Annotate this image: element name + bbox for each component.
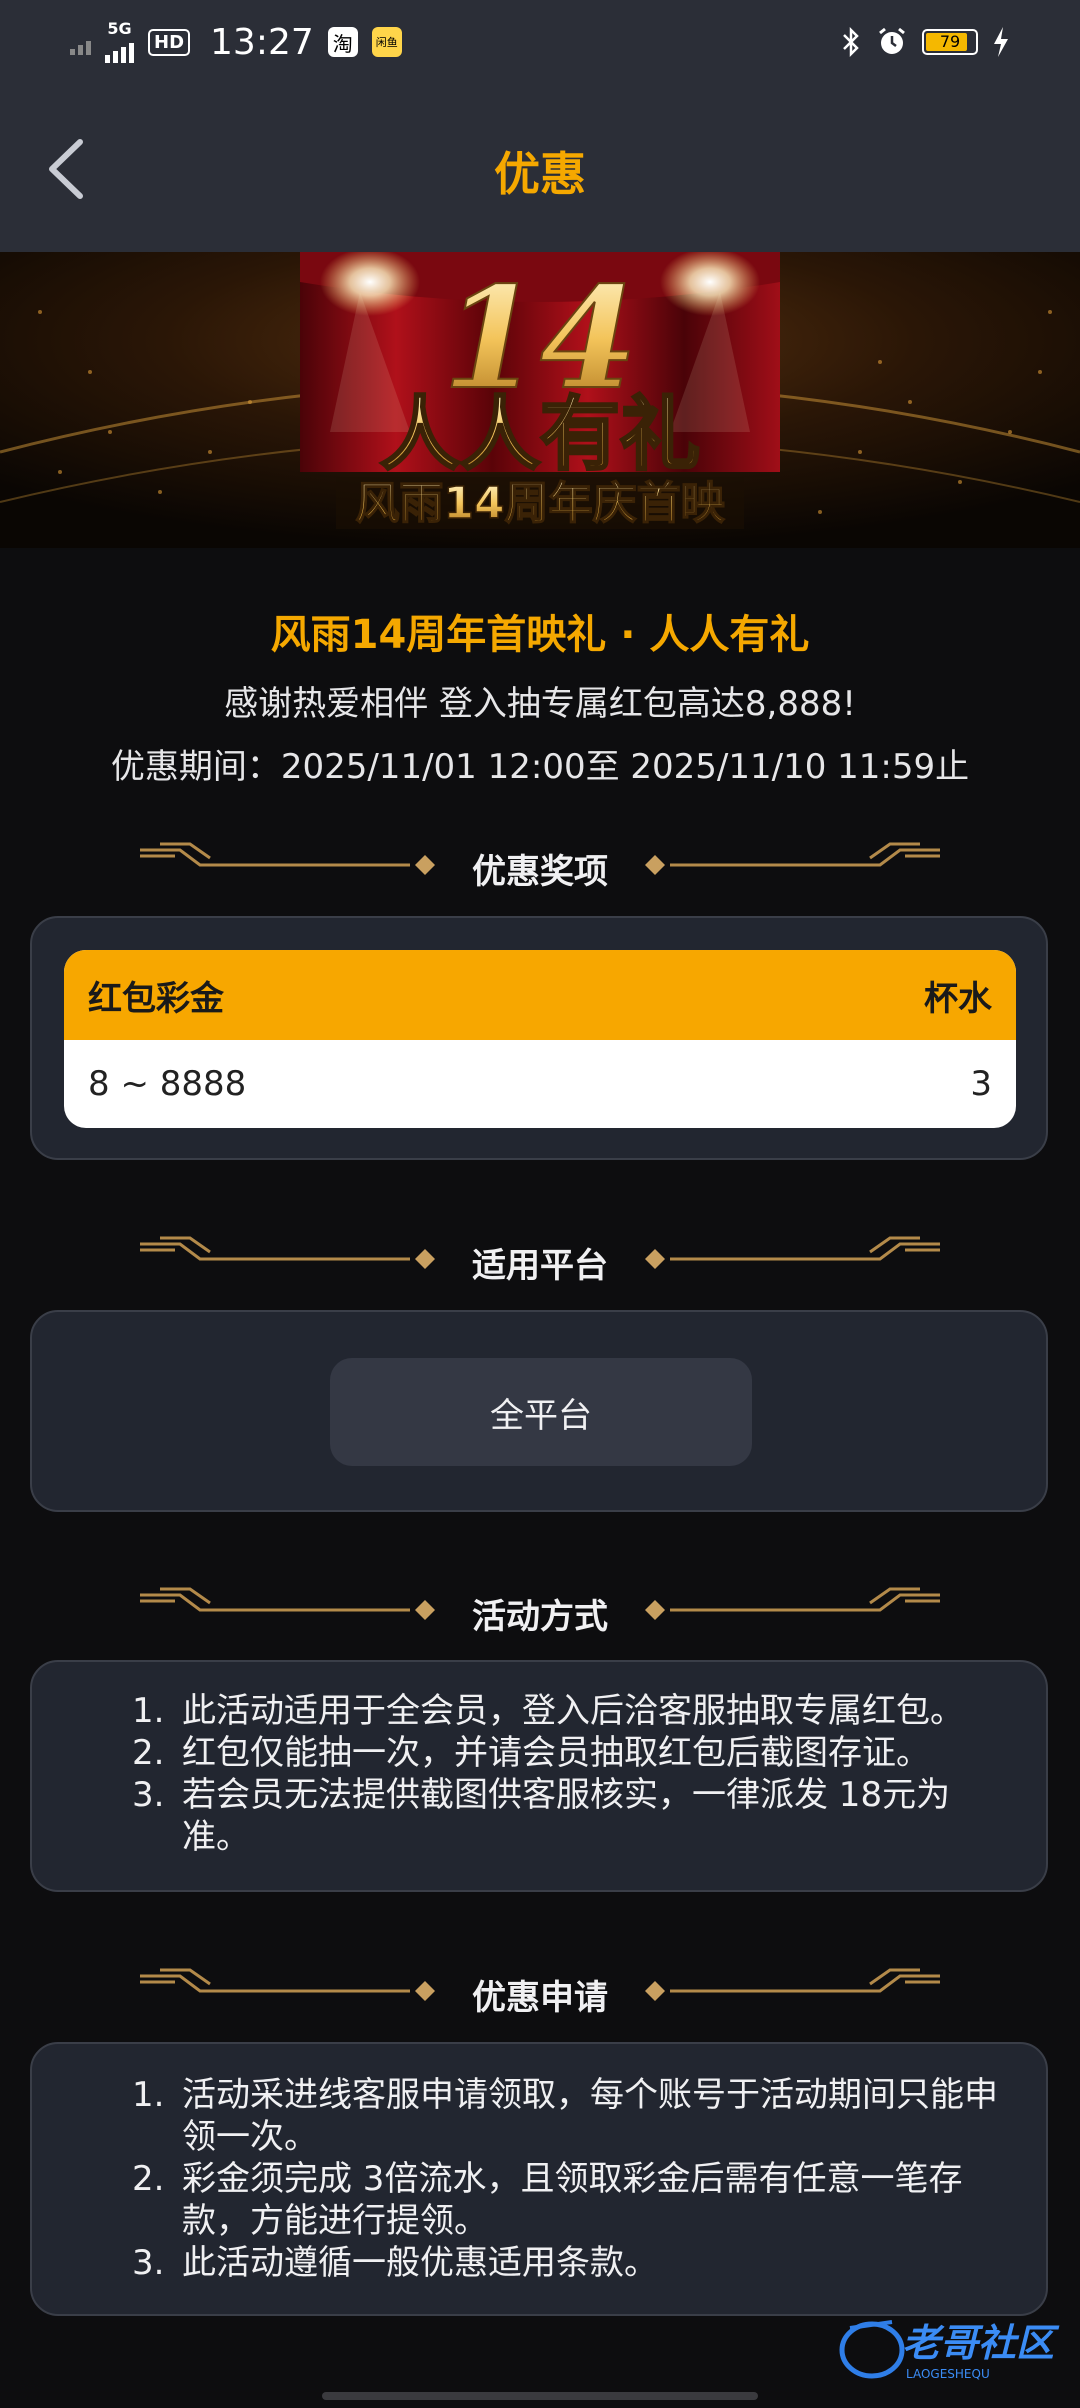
prizes-card: 红包彩金 杯水 8 ~ 8888 3 (30, 916, 1048, 1160)
list-item: 2. 红包仅能抽一次，并请会员抽取红包后截图存证。 (132, 1733, 930, 1773)
battery-indicator: 79 (922, 29, 978, 55)
watermark-logo: 老哥社区 LAOGESHEQU (832, 2310, 1062, 2386)
nav-bar: 优惠 (0, 84, 1080, 252)
section-header-prizes: 优惠奖项 (140, 840, 940, 892)
xianyu-notification-icon: 闲鱼 (371, 27, 402, 57)
svg-text:LAOGESHEQU: LAOGESHEQU (906, 2367, 990, 2381)
prize-table: 红包彩金 杯水 8 ~ 8888 3 (64, 950, 1016, 1128)
taobao-notification-icon: 淘 (327, 27, 358, 57)
home-indicator[interactable] (322, 2392, 758, 2400)
list-item: 2. 彩金须完成 3倍流水，且领取彩金后需有任意一笔存款，方能进行提领。 (132, 2159, 963, 2241)
alarm-icon (879, 27, 905, 54)
promo-period: 优惠期间：2025/11/01 12:00至 2025/11/10 11:59止 (110, 747, 970, 787)
page-title: 优惠 (494, 147, 586, 201)
charging-icon (994, 27, 1008, 57)
list-item: 1. 此活动适用于全会员，登入后洽客服抽取专属红包。 (132, 1691, 964, 1731)
section-header-method: 活动方式 (140, 1585, 940, 1637)
promo-headline: 风雨14周年首映礼 · 人人有礼 (270, 612, 810, 658)
section-title: 活动方式 (472, 1597, 608, 1637)
clock: 13:27 (210, 21, 314, 63)
promo-intro: 风雨14周年首映礼 · 人人有礼 感谢热爱相伴 登入抽专属红包高达8,888! … (0, 602, 1080, 788)
turnover-multiplier: 3 (970, 1064, 992, 1104)
list-item: 3. 此活动遵循一般优惠适用条款。 (132, 2243, 658, 2283)
section-title: 适用平台 (472, 1246, 608, 1286)
bluetooth-icon (843, 26, 859, 58)
network-label: 5G (107, 19, 132, 38)
hd-voice-badge: HD (148, 28, 191, 56)
svg-text:风雨14周年庆首映: 风雨14周年庆首映 (355, 478, 724, 529)
section-header-apply: 优惠申请 (140, 1966, 940, 2018)
section-title: 优惠申请 (472, 1978, 608, 2018)
section-header-platform: 适用平台 (140, 1234, 940, 1286)
platform-all-button[interactable]: 全平台 (330, 1358, 752, 1466)
section-title: 优惠奖项 (472, 852, 608, 892)
svg-text:人人有礼: 人人有礼 (380, 388, 700, 481)
column-header-turnover: 杯水 (924, 978, 992, 1019)
svg-text:老哥社区: 老哥社区 (902, 2321, 1060, 2365)
method-card: 1. 此活动适用于全会员，登入后洽客服抽取专属红包。 2. 红包仅能抽一次，并请会员… (30, 1660, 1048, 1892)
banner-image: 14 人人有礼 风雨14周年庆首映 (0, 252, 1080, 548)
list-item: 1. 活动采进线客服申请领取，每个账号于活动期间只能申领一次。 (132, 2075, 998, 2157)
list-item: 3. 若会员无法提供截图供客服核实，一律派发 18元为准。 (132, 1775, 951, 1857)
column-header-bonus: 红包彩金 (88, 978, 224, 1019)
promo-banner: 14 人人有礼 风雨14周年庆首映 (0, 252, 1080, 548)
platform-card: 全平台 (30, 1310, 1048, 1512)
method-list: 1. 此活动适用于全会员，登入后洽客服抽取专属红包。 2. 红包仅能抽一次，并请会员… (132, 1690, 1006, 1858)
table-row: 8 ~ 8888 3 (64, 1040, 1016, 1128)
status-bar: 5G HD 13:27 淘 闲鱼 79 (0, 0, 1080, 84)
signal-5g-icon (105, 37, 134, 63)
prize-table-header: 红包彩金 杯水 (64, 950, 1016, 1040)
promo-subtitle: 感谢热爱相伴 登入抽专属红包高达8,888! (224, 684, 856, 724)
apply-card: 1. 活动采进线客服申请领取，每个账号于活动期间只能申领一次。 2. 彩金须完成 3… (30, 2042, 1048, 2316)
bonus-amount: 8 ~ 8888 (88, 1064, 247, 1104)
signal-icon (70, 29, 91, 55)
apply-list: 1. 活动采进线客服申请领取，每个账号于活动期间只能申领一次。 2. 彩金须完成 3… (132, 2074, 1006, 2284)
